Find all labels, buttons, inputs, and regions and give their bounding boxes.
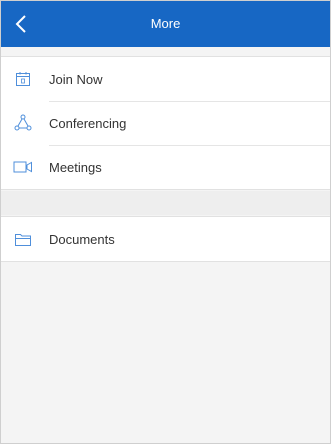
calendar-icon (13, 69, 33, 89)
menu-item-documents[interactable]: Documents (1, 217, 330, 261)
section-divider (1, 191, 330, 215)
menu-item-label: Documents (49, 231, 115, 247)
menu-item-label: Meetings (49, 159, 102, 175)
nav-bar: More (1, 1, 330, 47)
page-title: More (150, 16, 181, 31)
network-icon (13, 113, 33, 133)
menu-item-label: Conferencing (49, 115, 127, 131)
folder-icon (13, 229, 33, 249)
menu-item-conferencing[interactable]: Conferencing (1, 101, 330, 145)
menu-item-meetings[interactable]: Meetings (1, 145, 330, 189)
menu-item-join-now[interactable]: Join Now (1, 57, 330, 101)
menu-group-files: Documents (1, 216, 330, 262)
menu-item-label: Join Now (49, 71, 103, 87)
menu-group-main: Join Now Conferencing Meetings (1, 56, 330, 190)
app-screen: More Join Now Conferencing Meetings Docu… (0, 0, 331, 444)
video-camera-icon (13, 157, 33, 177)
